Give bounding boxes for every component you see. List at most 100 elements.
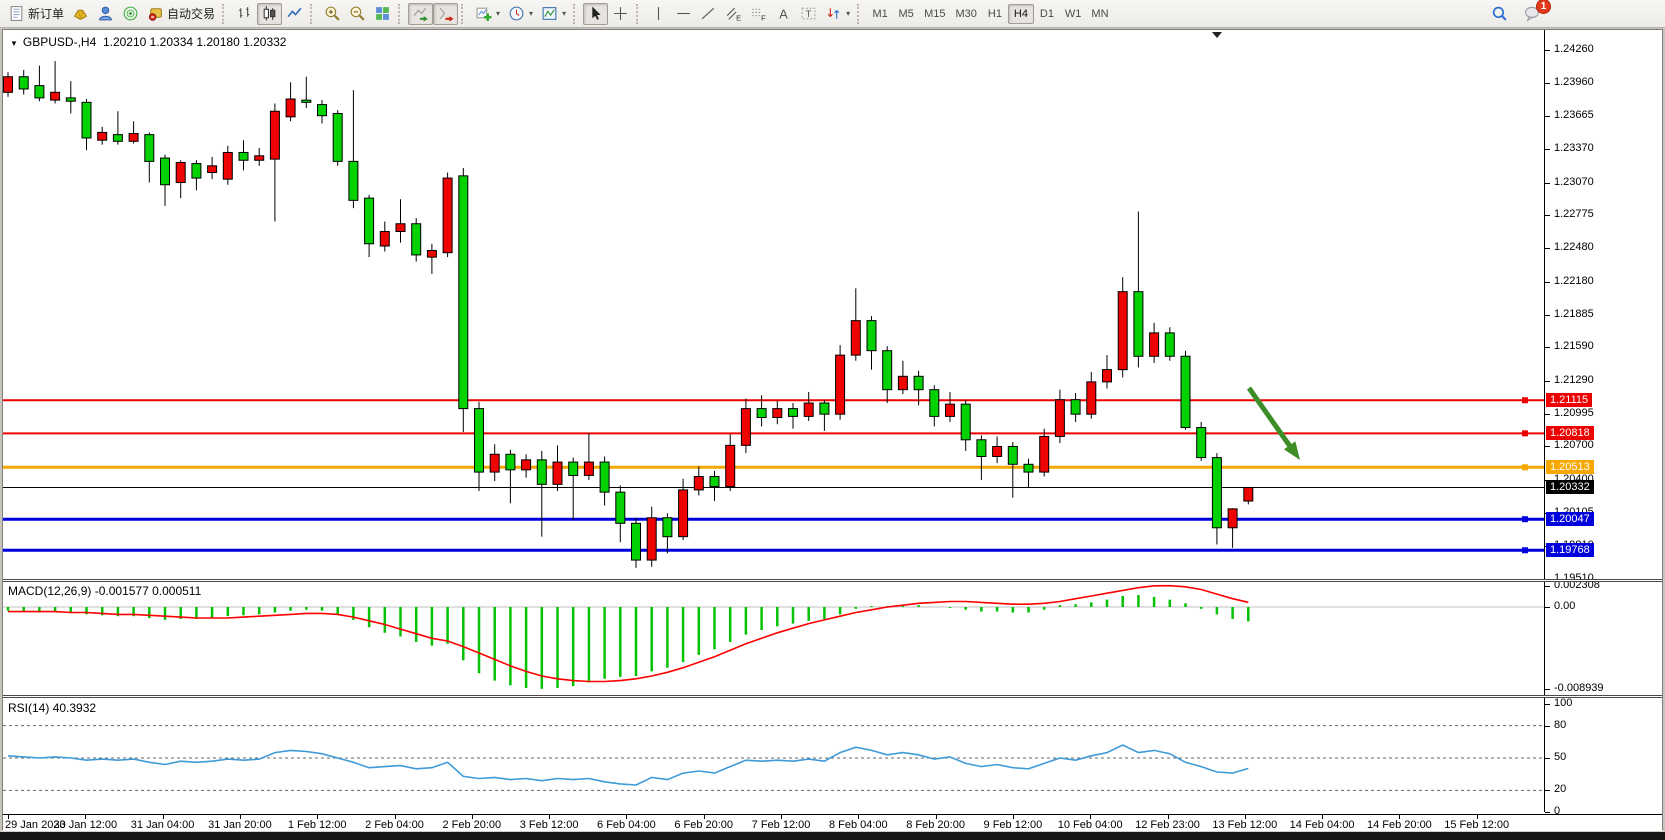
trendline-button[interactable] xyxy=(696,3,721,25)
price-tick-label: 1.21885 xyxy=(1554,308,1594,320)
fibo-icon: F xyxy=(750,5,767,22)
candle xyxy=(129,121,138,143)
indicators-button[interactable]: ▾ xyxy=(471,3,504,25)
candles-layer xyxy=(4,61,1253,568)
time-axis-label: 7 Feb 12:00 xyxy=(752,819,811,831)
line-handle[interactable] xyxy=(1522,397,1528,403)
chevron-down-icon[interactable]: ▼ xyxy=(10,39,18,48)
price-level-badge: 1.20818 xyxy=(1546,426,1594,440)
candle xyxy=(836,345,845,420)
price-tick-label: 1.20995 xyxy=(1554,407,1594,419)
axis-tick-mark xyxy=(1545,149,1550,150)
axis-tick-mark xyxy=(1545,50,1550,51)
time-axis[interactable]: 29 Jan 202330 Jan 12:0031 Jan 04:0031 Ja… xyxy=(3,814,1662,831)
auto-scroll-button[interactable] xyxy=(408,3,433,25)
search-button[interactable] xyxy=(1487,2,1512,24)
line-handle[interactable] xyxy=(1522,430,1528,436)
tile-windows-button[interactable] xyxy=(370,3,395,25)
timeframe-button-m5[interactable]: M5 xyxy=(893,4,919,24)
cursor-button[interactable] xyxy=(583,3,608,25)
cursor-icon xyxy=(587,5,604,22)
candle xyxy=(537,451,546,537)
label-button[interactable]: T xyxy=(796,3,821,25)
candle xyxy=(1197,422,1206,461)
macd-pane[interactable] xyxy=(3,582,1544,695)
line-handle[interactable] xyxy=(1522,547,1528,553)
timeframe-button-d1[interactable]: D1 xyxy=(1034,4,1060,24)
price-tick-label: 1.22775 xyxy=(1554,208,1594,220)
axis-tick-mark xyxy=(1545,414,1550,415)
text-button[interactable]: A xyxy=(771,3,796,25)
gold-button[interactable] xyxy=(68,3,93,25)
chevron-down-icon[interactable]: ▾ xyxy=(846,9,850,18)
timeframe-button-m30[interactable]: M30 xyxy=(951,4,982,24)
chevron-down-icon[interactable]: ▾ xyxy=(529,9,533,18)
svg-text:E: E xyxy=(736,13,741,22)
time-axis-label: 6 Feb 20:00 xyxy=(674,819,733,831)
fibonacci-button[interactable]: F xyxy=(746,3,771,25)
arrow-annotation[interactable] xyxy=(1249,388,1300,460)
candle xyxy=(349,90,358,208)
shapes-button[interactable]: ▾ xyxy=(821,3,854,25)
chevron-down-icon[interactable]: ▾ xyxy=(496,9,500,18)
timeframe-button-m1[interactable]: M1 xyxy=(867,4,893,24)
candle xyxy=(223,146,232,185)
candle xyxy=(412,218,421,261)
candle xyxy=(663,513,672,553)
chevron-down-icon[interactable]: ▾ xyxy=(562,9,566,18)
zoom-out-button[interactable] xyxy=(345,3,370,25)
candle xyxy=(632,518,641,568)
chart-window[interactable]: ▼GBPUSD-,H4 1.20210 1.20334 1.20180 1.20… xyxy=(2,29,1663,830)
rsi-pane[interactable] xyxy=(3,698,1544,814)
gold-icon xyxy=(72,5,89,22)
candle xyxy=(459,168,468,432)
new-order-button[interactable]: 新订单 xyxy=(4,3,68,25)
chart-shift-button[interactable] xyxy=(433,3,458,25)
periods-button[interactable]: ▾ xyxy=(504,3,537,25)
line-chart-button[interactable] xyxy=(282,3,307,25)
zoom-in-button[interactable] xyxy=(320,3,345,25)
candle xyxy=(1134,211,1143,367)
pane-splitter-macd[interactable] xyxy=(3,579,1662,582)
price-tick-label: 1.23960 xyxy=(1554,76,1594,88)
candle xyxy=(1181,351,1190,430)
axis-tick-mark xyxy=(1545,215,1550,216)
chart-shift-marker[interactable] xyxy=(1212,32,1222,38)
price-chart-pane[interactable] xyxy=(3,30,1544,579)
timeframe-button-m15[interactable]: M15 xyxy=(919,4,950,24)
bar-chart-button[interactable] xyxy=(232,3,257,25)
price-tick-label: 1.23665 xyxy=(1554,109,1594,121)
candle xyxy=(679,479,688,540)
timeframe-button-mn[interactable]: MN xyxy=(1086,4,1113,24)
candle xyxy=(380,222,389,252)
timeframe-button-h1[interactable]: H1 xyxy=(982,4,1008,24)
channel-button[interactable]: E xyxy=(721,3,746,25)
candle xyxy=(804,392,813,421)
signals-button[interactable] xyxy=(118,3,143,25)
profile-button[interactable] xyxy=(93,3,118,25)
time-axis-label: 31 Jan 04:00 xyxy=(131,819,195,831)
trendline-icon xyxy=(700,5,717,22)
timeframe-button-w1[interactable]: W1 xyxy=(1060,4,1087,24)
pane-splitter-rsi[interactable] xyxy=(3,695,1662,698)
auto-trading-button[interactable]: 自动交易 xyxy=(143,3,219,25)
candle xyxy=(898,361,907,394)
candlestick-button[interactable] xyxy=(257,3,282,25)
line-handle[interactable] xyxy=(1522,516,1528,522)
axis-tick-mark xyxy=(1545,607,1550,608)
templates-button[interactable]: ▾ xyxy=(537,3,570,25)
autotrade-icon xyxy=(147,5,164,22)
axis-tick-mark xyxy=(1545,282,1550,283)
vertical-line-button[interactable] xyxy=(646,3,671,25)
candle xyxy=(51,61,60,103)
price-tick-label: -0.008939 xyxy=(1554,682,1604,694)
axis-tick-mark xyxy=(1545,381,1550,382)
crosshair-button[interactable] xyxy=(608,3,633,25)
line-handle[interactable] xyxy=(1522,464,1528,470)
notifications-button[interactable]: 1 xyxy=(1520,2,1545,24)
horizontal-line-button[interactable] xyxy=(671,3,696,25)
time-axis-label: 1 Feb 12:00 xyxy=(288,819,347,831)
timeframe-button-h4[interactable]: H4 xyxy=(1008,4,1034,24)
rsi-line xyxy=(8,745,1248,785)
candle xyxy=(961,400,970,451)
